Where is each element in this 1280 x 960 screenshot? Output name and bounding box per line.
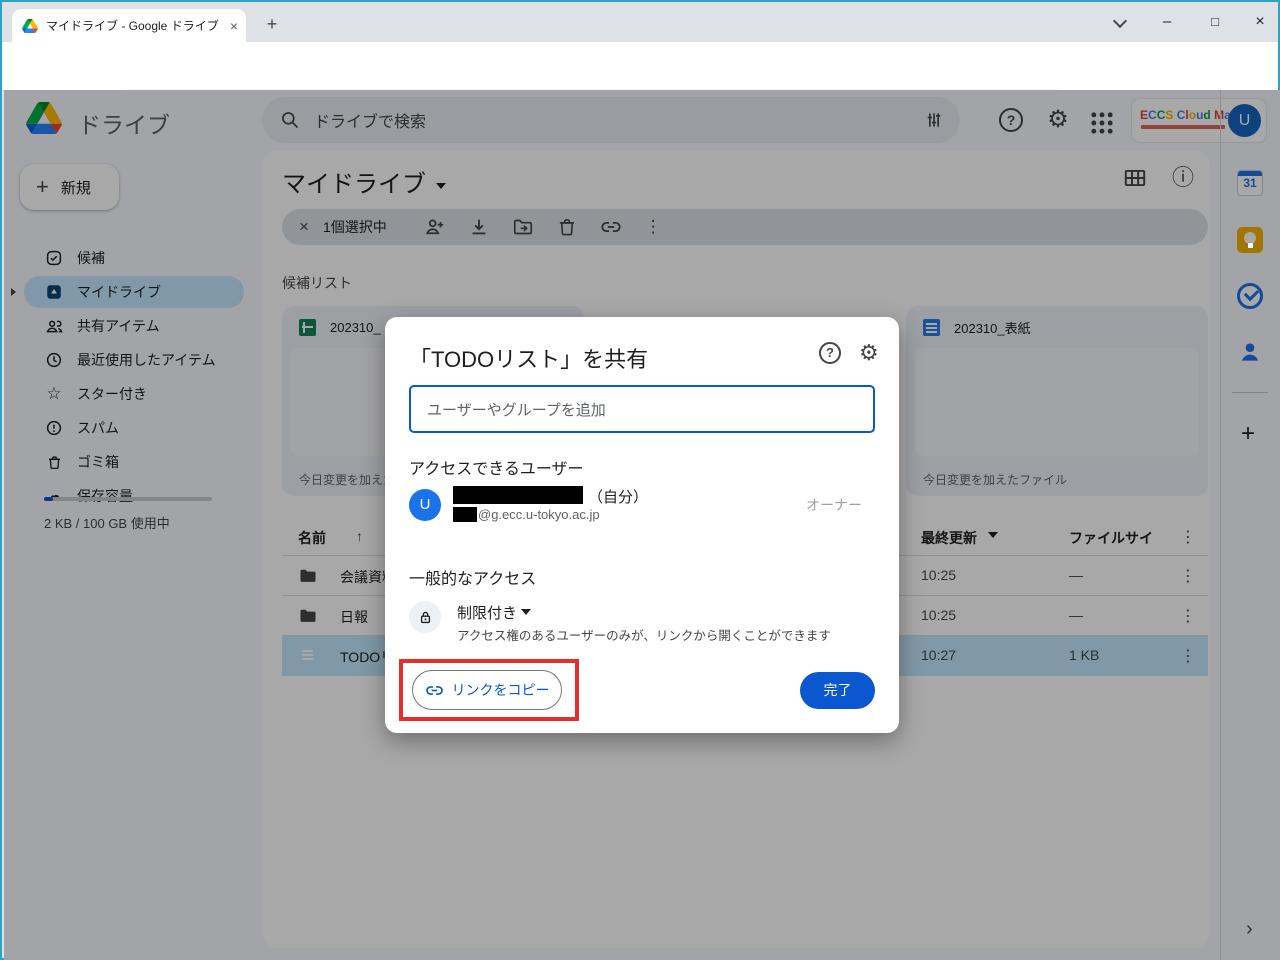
share-dialog: 「TODOリスト」を共有 ? ⚙ ユーザーやグループを追加 アクセスできるユーザ… [385, 317, 899, 733]
add-people-placeholder: ユーザーやグループを追加 [427, 399, 606, 420]
dialog-settings-icon[interactable]: ⚙ [859, 340, 879, 366]
dialog-help-icon[interactable]: ? [819, 342, 841, 364]
annotation-highlight-box [399, 659, 579, 721]
done-button[interactable]: 完了 [800, 672, 875, 709]
window-maximize-button[interactable]: □ [1200, 8, 1230, 36]
people-with-access-label: アクセスできるユーザー [409, 455, 584, 479]
restricted-dropdown[interactable]: 制限付き [457, 602, 517, 623]
browser-titlebar: マイドライブ - Google ドライブ × + – □ × [2, 2, 1278, 42]
browser-window: マイドライブ - Google ドライブ × + – □ × ← → ↻ dri… [0, 0, 1280, 960]
general-access-label: 一般的なアクセス [409, 565, 536, 589]
browser-toolbar: ← → ↻ drive.google.com/drive/my-drive ☆ … [2, 42, 1278, 90]
new-tab-button[interactable]: + [260, 14, 284, 35]
owner-role-label: オーナー [806, 495, 862, 515]
owner-avatar: U [409, 489, 441, 521]
tab-close-icon[interactable]: × [230, 18, 238, 34]
window-close-button[interactable]: × [1245, 8, 1275, 36]
owner-email-domain: @g.ecc.u-tokyo.ac.jp [478, 507, 600, 522]
tab-search-chevron-icon[interactable] [1114, 16, 1124, 26]
add-people-input[interactable]: ユーザーやグループを追加 [409, 385, 875, 433]
restricted-lock-badge [409, 601, 441, 633]
dialog-title: 「TODOリスト」を共有 [409, 342, 648, 374]
redacted-email-prefix [453, 507, 477, 522]
browser-tab[interactable]: マイドライブ - Google ドライブ × [12, 9, 246, 42]
restricted-description: アクセス権のあるユーザーのみが、リンクから開くことができます [457, 625, 831, 644]
window-minimize-button[interactable]: – [1152, 8, 1182, 36]
drive-page: ドライブ ドライブで検索 ? ⚙ ECCS Cloud Mail U + 新規 … [4, 90, 1280, 960]
drive-favicon [22, 19, 38, 33]
tab-title: マイドライブ - Google ドライブ [46, 17, 226, 34]
restricted-caret-icon[interactable] [521, 609, 531, 615]
redacted-owner-name [453, 486, 583, 504]
lock-icon [417, 609, 434, 626]
owner-self-label: （自分） [588, 486, 648, 507]
